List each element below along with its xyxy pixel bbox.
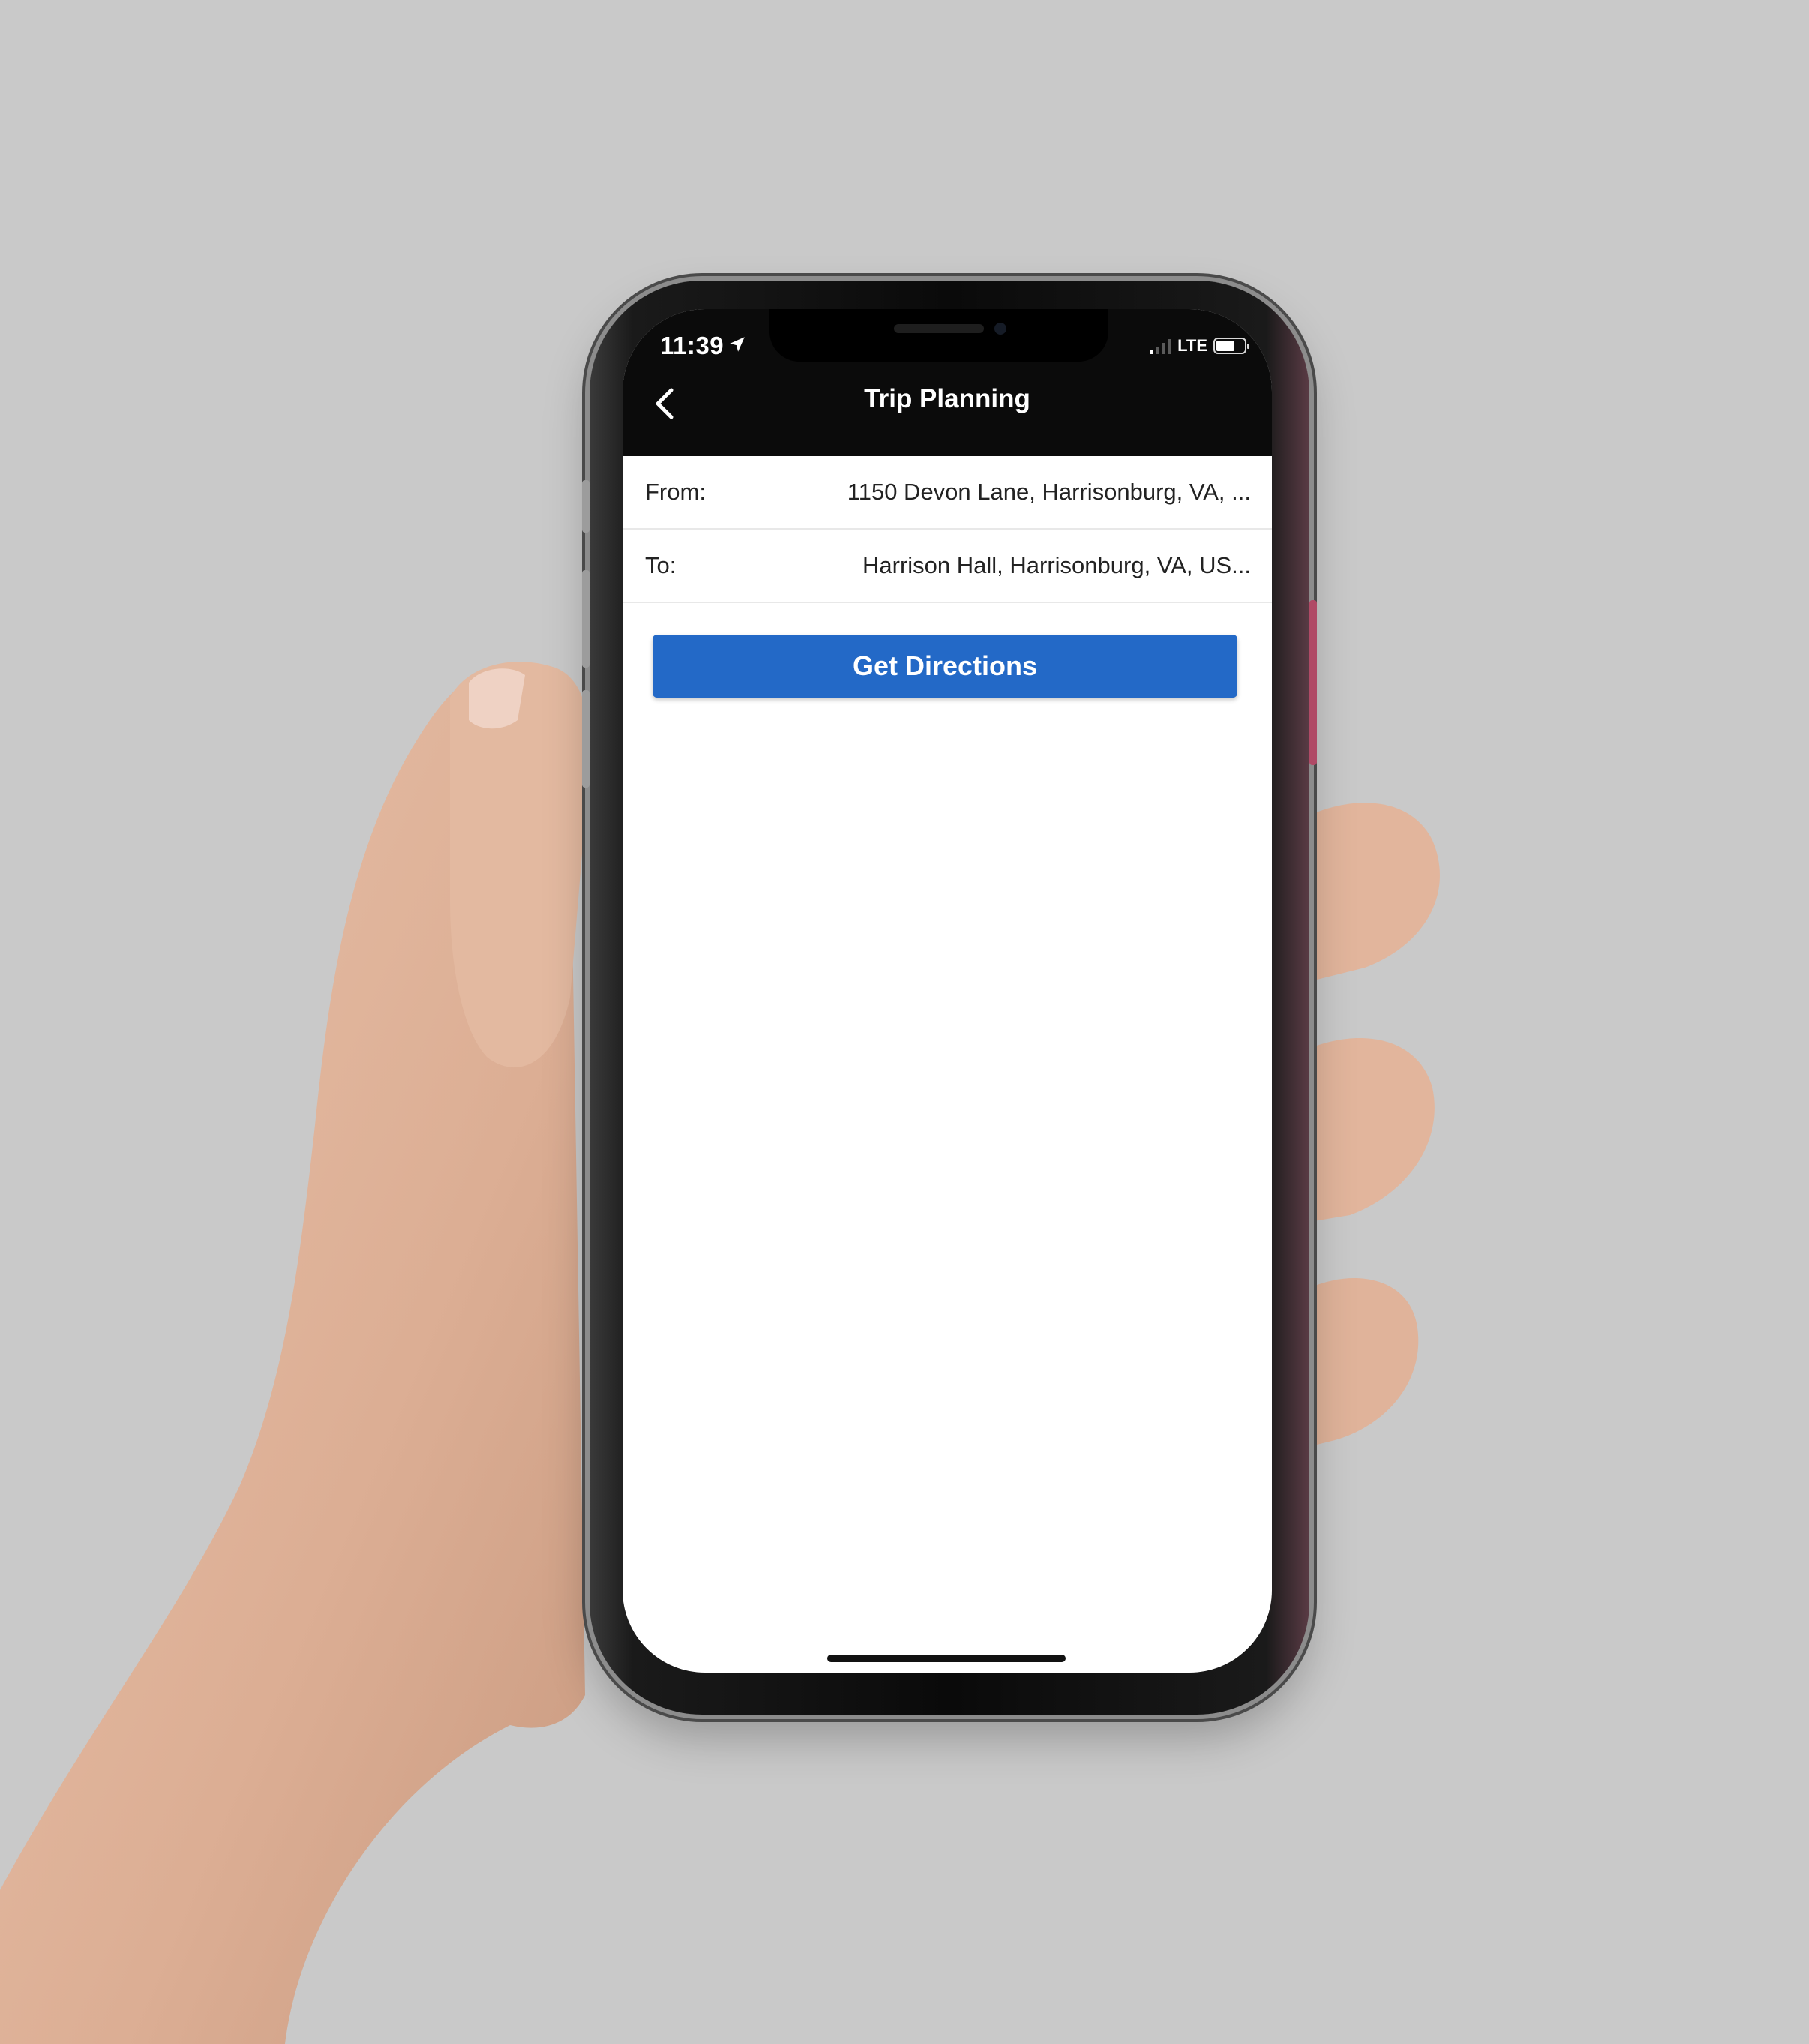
navigation-bar: 11:39 LTE Trip Planning: [622, 309, 1272, 456]
to-label: To:: [645, 552, 676, 578]
network-type-label: LTE: [1178, 336, 1208, 355]
home-indicator[interactable]: [827, 1655, 1066, 1662]
page-title: Trip Planning: [864, 384, 1030, 413]
to-field[interactable]: To: Harrison Hall, Harrisonburg, VA, US.…: [622, 530, 1272, 603]
location-arrow-icon: [730, 337, 745, 352]
from-value[interactable]: 1150 Devon Lane, Harrisonburg, VA, ...: [848, 479, 1251, 506]
trip-form: From: 1150 Devon Lane, Harrisonburg, VA,…: [622, 456, 1272, 603]
get-directions-button[interactable]: Get Directions: [652, 635, 1238, 698]
volume-up-button: [582, 570, 590, 668]
battery-icon: [1214, 338, 1250, 354]
power-button: [1310, 600, 1317, 765]
to-value[interactable]: Harrison Hall, Harrisonburg, VA, US...: [862, 552, 1251, 579]
earpiece-speaker: [894, 324, 984, 333]
notch: [770, 309, 1108, 362]
volume-down-button: [582, 690, 590, 788]
phone-screen: 11:39 LTE Trip Planning From: 1150 Devon…: [622, 309, 1272, 1673]
status-time: 11:39: [660, 332, 724, 359]
silent-switch: [582, 480, 590, 533]
from-label: From:: [645, 479, 706, 505]
from-field[interactable]: From: 1150 Devon Lane, Harrisonburg, VA,…: [622, 456, 1272, 530]
cellular-signal-icon: [1150, 338, 1172, 354]
status-indicators: LTE: [1150, 336, 1250, 356]
front-camera: [994, 323, 1006, 335]
